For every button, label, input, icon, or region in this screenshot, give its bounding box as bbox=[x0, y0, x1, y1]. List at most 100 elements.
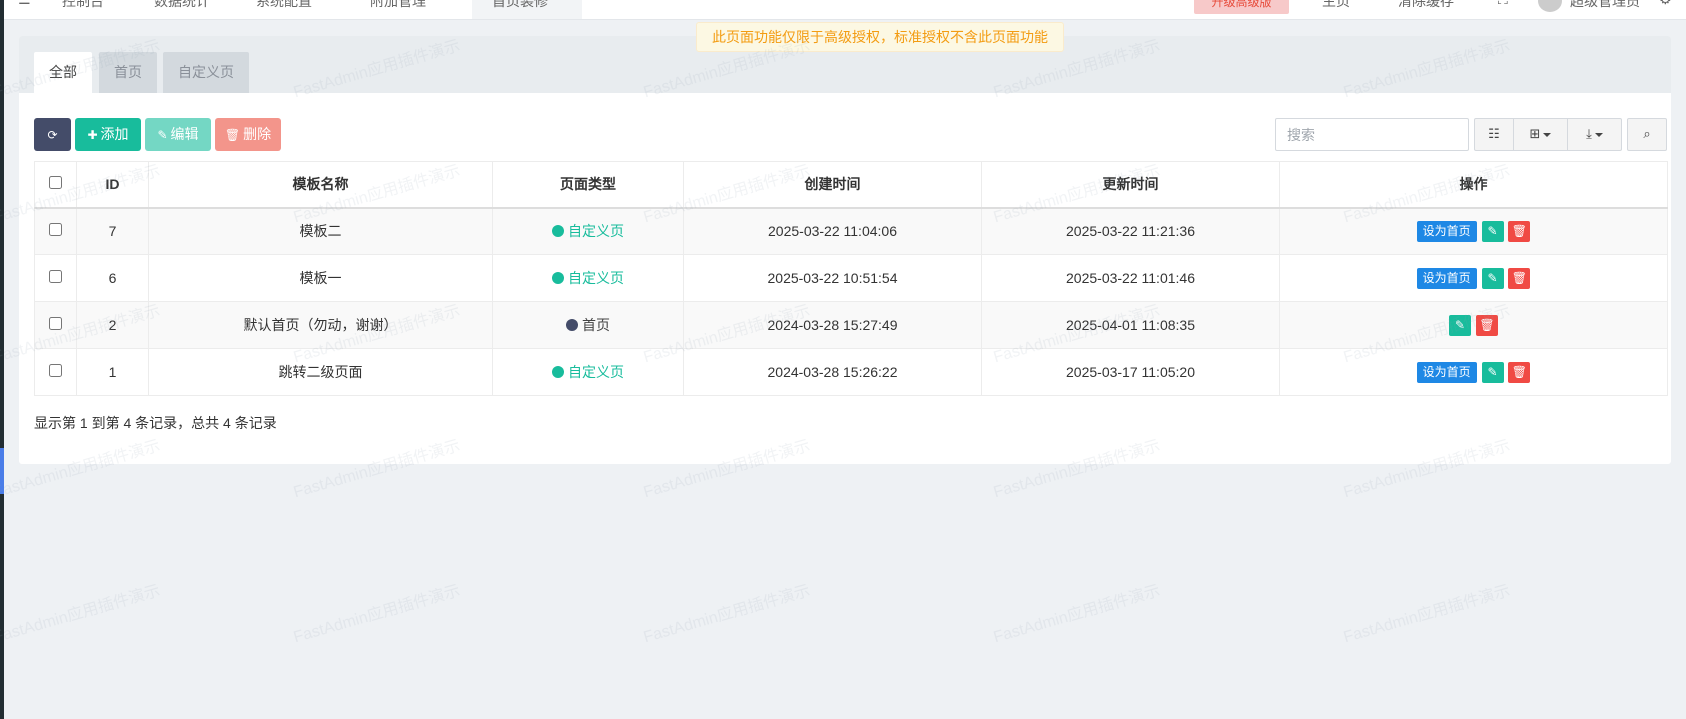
type-label: 自定义页 bbox=[568, 223, 624, 240]
table-row: 1 跳转二级页面 自定义页 2024-03-28 15:26:22 2025-0… bbox=[34, 348, 1668, 396]
column-header-type[interactable]: 页面类型 bbox=[492, 161, 684, 209]
watermark: FastAdmin应用插件演示 bbox=[291, 582, 463, 647]
trash-icon: 🗑 bbox=[1511, 364, 1527, 379]
search-input[interactable] bbox=[1275, 118, 1469, 151]
cell-actions: ✎ 🗑 bbox=[1279, 301, 1668, 349]
row-edit-button[interactable]: ✎ bbox=[1449, 314, 1472, 336]
add-button[interactable]: ✚ 添加 bbox=[75, 118, 141, 151]
set-home-button[interactable]: 设为首页 bbox=[1416, 267, 1477, 289]
set-home-button[interactable]: 设为首页 bbox=[1416, 220, 1477, 242]
content-panel: 全部 首页 自定义页 ⟳ ✚添加 ✎编辑 🗑删除 ☷ ⊞ ⤓ ⌕ ID 模板名称… bbox=[19, 36, 1671, 464]
cell-created: 2024-03-28 15:27:49 bbox=[683, 301, 982, 349]
cell-type: 首页 bbox=[492, 301, 684, 349]
type-label: 自定义页 bbox=[568, 270, 624, 286]
grid-icon: ⊞ bbox=[1529, 127, 1541, 142]
cell-id: 6 bbox=[76, 254, 149, 302]
tab-all[interactable]: 全部 bbox=[34, 52, 92, 93]
row-select-cell bbox=[34, 254, 77, 302]
set-home-button[interactable]: 设为首页 bbox=[1416, 361, 1477, 383]
export-icon: ⤓ bbox=[1586, 127, 1592, 142]
cell-type: 自定义页 bbox=[492, 254, 684, 302]
status-dot-icon bbox=[552, 366, 564, 378]
type-badge[interactable]: 自定义页 bbox=[552, 223, 624, 239]
row-checkbox[interactable] bbox=[49, 364, 62, 377]
settings-gear-icon[interactable]: ⚙ bbox=[1659, 0, 1672, 8]
delete-button[interactable]: 🗑 删除 bbox=[215, 118, 281, 151]
tab-custom[interactable]: 自定义页 bbox=[163, 52, 249, 93]
type-label: 自定义页 bbox=[568, 364, 624, 380]
row-delete-button[interactable]: 🗑 bbox=[1508, 267, 1531, 289]
search-toggle-button[interactable]: ⌕ bbox=[1627, 118, 1667, 151]
row-edit-button[interactable]: ✎ bbox=[1481, 267, 1504, 289]
type-badge[interactable]: 自定义页 bbox=[552, 270, 624, 286]
column-header-created[interactable]: 创建时间 bbox=[683, 161, 982, 209]
nav-tab-config[interactable]: 系统配置 bbox=[256, 0, 312, 11]
nav-tab-dashboard[interactable]: 控制台 bbox=[62, 0, 104, 11]
upgrade-button[interactable]: 升级高级版 bbox=[1194, 0, 1289, 14]
cell-name: 跳转二级页面 bbox=[148, 348, 493, 396]
row-delete-button[interactable]: 🗑 bbox=[1475, 314, 1498, 336]
fullscreen-icon[interactable]: ⛶ bbox=[1498, 0, 1508, 8]
pencil-icon: ✎ bbox=[1487, 223, 1498, 238]
status-dot-icon bbox=[566, 319, 578, 331]
sidebar-active-marker bbox=[0, 448, 4, 494]
export-button[interactable]: ⤓ bbox=[1567, 118, 1622, 151]
avatar[interactable] bbox=[1538, 0, 1562, 12]
row-edit-button[interactable]: ✎ bbox=[1481, 361, 1504, 383]
select-all-checkbox[interactable] bbox=[49, 176, 62, 190]
add-button-label: 添加 bbox=[100, 126, 129, 142]
table-row: 6 模板一 自定义页 2025-03-22 10:51:54 2025-03-2… bbox=[34, 254, 1668, 302]
table-header-row: ID 模板名称 页面类型 创建时间 更新时间 操作 bbox=[34, 161, 1668, 209]
columns-button[interactable]: ⊞ bbox=[1513, 118, 1568, 151]
delete-button-label: 删除 bbox=[243, 126, 272, 142]
search-icon: ⌕ bbox=[1643, 127, 1651, 142]
row-checkbox[interactable] bbox=[49, 317, 62, 330]
trash-icon: 🗑 bbox=[1511, 223, 1527, 238]
pagination-info: 显示第 1 到第 4 条记录，总共 4 条记录 bbox=[34, 415, 277, 431]
row-edit-button[interactable]: ✎ bbox=[1481, 220, 1504, 242]
nav-tab-home-decor[interactable]: 首页装修 bbox=[492, 0, 548, 11]
row-checkbox[interactable] bbox=[49, 270, 62, 283]
status-dot-icon bbox=[552, 225, 564, 238]
edit-button[interactable]: ✎ 编辑 bbox=[145, 118, 211, 151]
refresh-icon: ⟳ bbox=[47, 128, 58, 142]
cell-name: 模板二 bbox=[148, 207, 493, 255]
trash-icon: 🗑 bbox=[224, 128, 241, 142]
nav-home-link[interactable]: 主页 bbox=[1322, 0, 1350, 11]
watermark: FastAdmin应用插件演示 bbox=[1341, 582, 1513, 647]
column-header-id[interactable]: ID bbox=[76, 161, 149, 209]
table-row: 7 模板二 自定义页 2025-03-22 11:04:06 2025-03-2… bbox=[34, 207, 1668, 255]
cell-type: 自定义页 bbox=[492, 207, 684, 255]
template-table: ID 模板名称 页面类型 创建时间 更新时间 操作 7 模板二 自定义页 202… bbox=[34, 161, 1668, 396]
cell-updated: 2025-03-17 11:05:20 bbox=[981, 348, 1280, 396]
top-nav-bar: ☰ 控制台 数据统计 系统配置 附加管理 首页装修 升级高级版 主页 清除缓存 … bbox=[4, 0, 1686, 20]
type-badge[interactable]: 自定义页 bbox=[552, 364, 624, 380]
toggle-view-button[interactable]: ☷ bbox=[1474, 118, 1514, 151]
column-header-name[interactable]: 模板名称 bbox=[148, 161, 493, 209]
status-dot-icon bbox=[552, 272, 564, 284]
row-select-cell bbox=[34, 301, 77, 349]
user-name[interactable]: 超级管理员 bbox=[1570, 0, 1640, 11]
table-row: 2 默认首页（勿动，谢谢） 首页 2024-03-28 15:27:49 202… bbox=[34, 301, 1668, 349]
type-badge[interactable]: 首页 bbox=[566, 317, 610, 333]
row-select-cell bbox=[34, 207, 77, 255]
pencil-icon: ✎ bbox=[157, 128, 168, 142]
tab-home[interactable]: 首页 bbox=[99, 52, 157, 93]
clear-cache-link[interactable]: 清除缓存 bbox=[1398, 0, 1454, 11]
trash-icon: 🗑 bbox=[1511, 270, 1527, 285]
cell-type: 自定义页 bbox=[492, 348, 684, 396]
sidebar-edge bbox=[0, 0, 4, 719]
column-header-updated[interactable]: 更新时间 bbox=[981, 161, 1280, 209]
refresh-button[interactable]: ⟳ bbox=[34, 118, 71, 151]
cell-updated: 2025-03-22 11:21:36 bbox=[981, 207, 1280, 255]
row-checkbox[interactable] bbox=[49, 223, 62, 237]
cell-actions: 设为首页 ✎ 🗑 bbox=[1279, 348, 1668, 396]
menu-toggle-icon[interactable]: ☰ bbox=[18, 0, 31, 8]
chevron-down-icon bbox=[1594, 132, 1603, 137]
row-delete-button[interactable]: 🗑 bbox=[1508, 220, 1531, 242]
row-delete-button[interactable]: 🗑 bbox=[1508, 361, 1531, 383]
nav-tab-addons[interactable]: 附加管理 bbox=[370, 0, 426, 11]
chevron-down-icon bbox=[1543, 132, 1552, 137]
nav-tab-stats[interactable]: 数据统计 bbox=[154, 0, 210, 11]
cell-created: 2025-03-22 10:51:54 bbox=[683, 254, 982, 302]
